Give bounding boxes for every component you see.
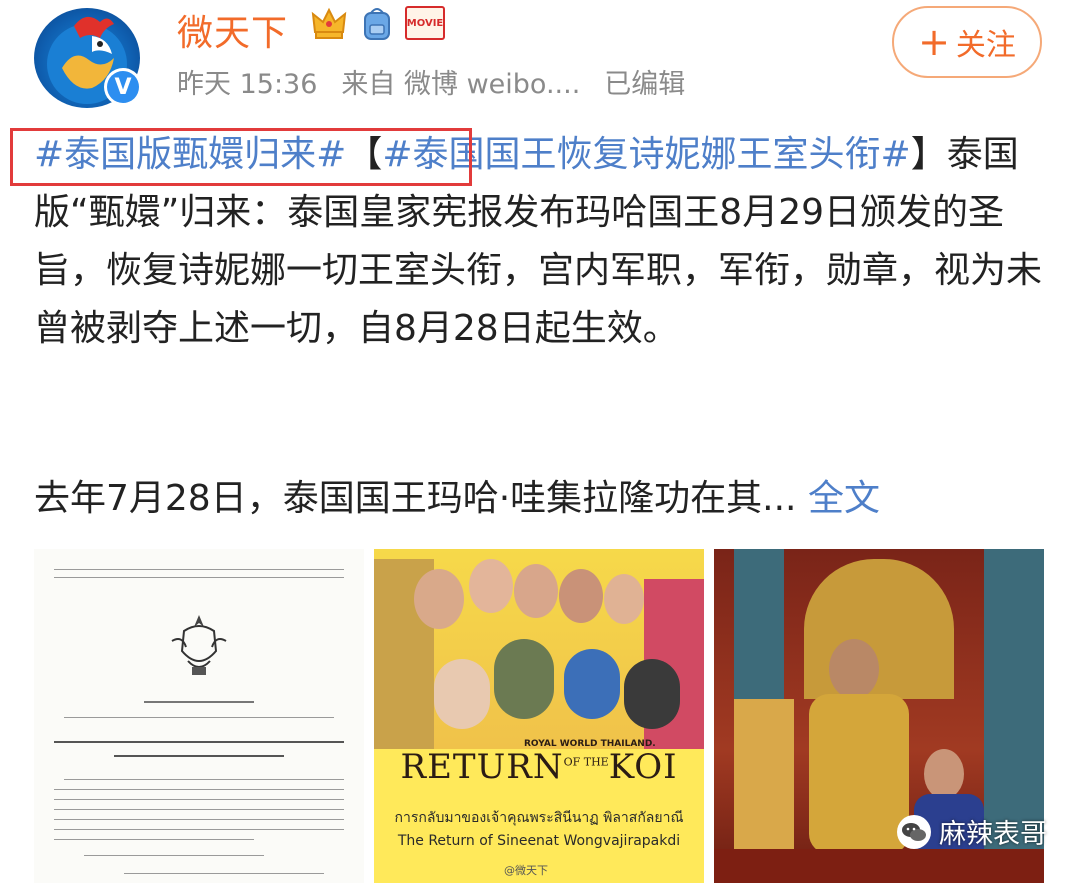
follow-label: 关注 [955, 28, 1016, 63]
koi-english-caption: The Return of Sineenat Wongvajirapakdi [397, 833, 681, 849]
follow-button[interactable]: + 关注 [892, 6, 1042, 78]
koi-poster-image[interactable]: ROYAL WORLD THAILAND. RETURNOF THEKOI กา… [374, 549, 704, 883]
hashtag-link[interactable]: #泰国国王恢复诗妮娜王室头衔# [382, 134, 910, 175]
crown-icon[interactable] [310, 4, 348, 42]
full-text-link[interactable]: 全文 [808, 478, 880, 519]
royal-emblem-icon [171, 615, 227, 675]
edited-label[interactable]: 已编辑 [604, 62, 685, 101]
movie-icon[interactable]: MOVIE [404, 4, 446, 42]
post-text: #泰国版甄嬛归来#【#泰国国王恢复诗妮娜王室头衔#】泰国版“甄嬛”归来：泰国皇家… [34, 126, 1044, 358]
koi-thai-caption: การกลับมาของเจ้าคุณพระสินีนาฏ พิลาสกัลยา… [394, 810, 684, 826]
weibo-watermark: @微天下 [504, 864, 548, 877]
post-excerpt: 去年7月28日，泰国国王玛哈·哇集拉隆功在其... 全文 [34, 470, 880, 528]
wechat-watermark: 麻辣表哥 [897, 812, 1047, 851]
post-time: 昨天 15:36 [177, 69, 318, 100]
post-source[interactable]: 来自 微博 weibo.... [341, 62, 580, 101]
user-badges: MOVIE [310, 4, 446, 42]
backpack-icon[interactable] [358, 4, 396, 42]
verified-icon: V [104, 68, 142, 106]
hashtag-link[interactable]: #泰国版甄嬛归来# [34, 134, 346, 175]
wechat-icon [897, 814, 931, 849]
excerpt-text: 去年7月28日，泰国国王玛哈·哇集拉隆功在其... [34, 478, 797, 519]
post-meta: 昨天 15:36 来自 微博 weibo.... 已编辑 [177, 62, 685, 101]
koi-title: RETURNOF THEKOI [400, 747, 678, 787]
plus-icon: + [918, 20, 950, 64]
bracket-open: 【 [346, 134, 383, 175]
gazette-image[interactable] [34, 549, 364, 883]
username[interactable]: 微天下 [177, 4, 288, 56]
